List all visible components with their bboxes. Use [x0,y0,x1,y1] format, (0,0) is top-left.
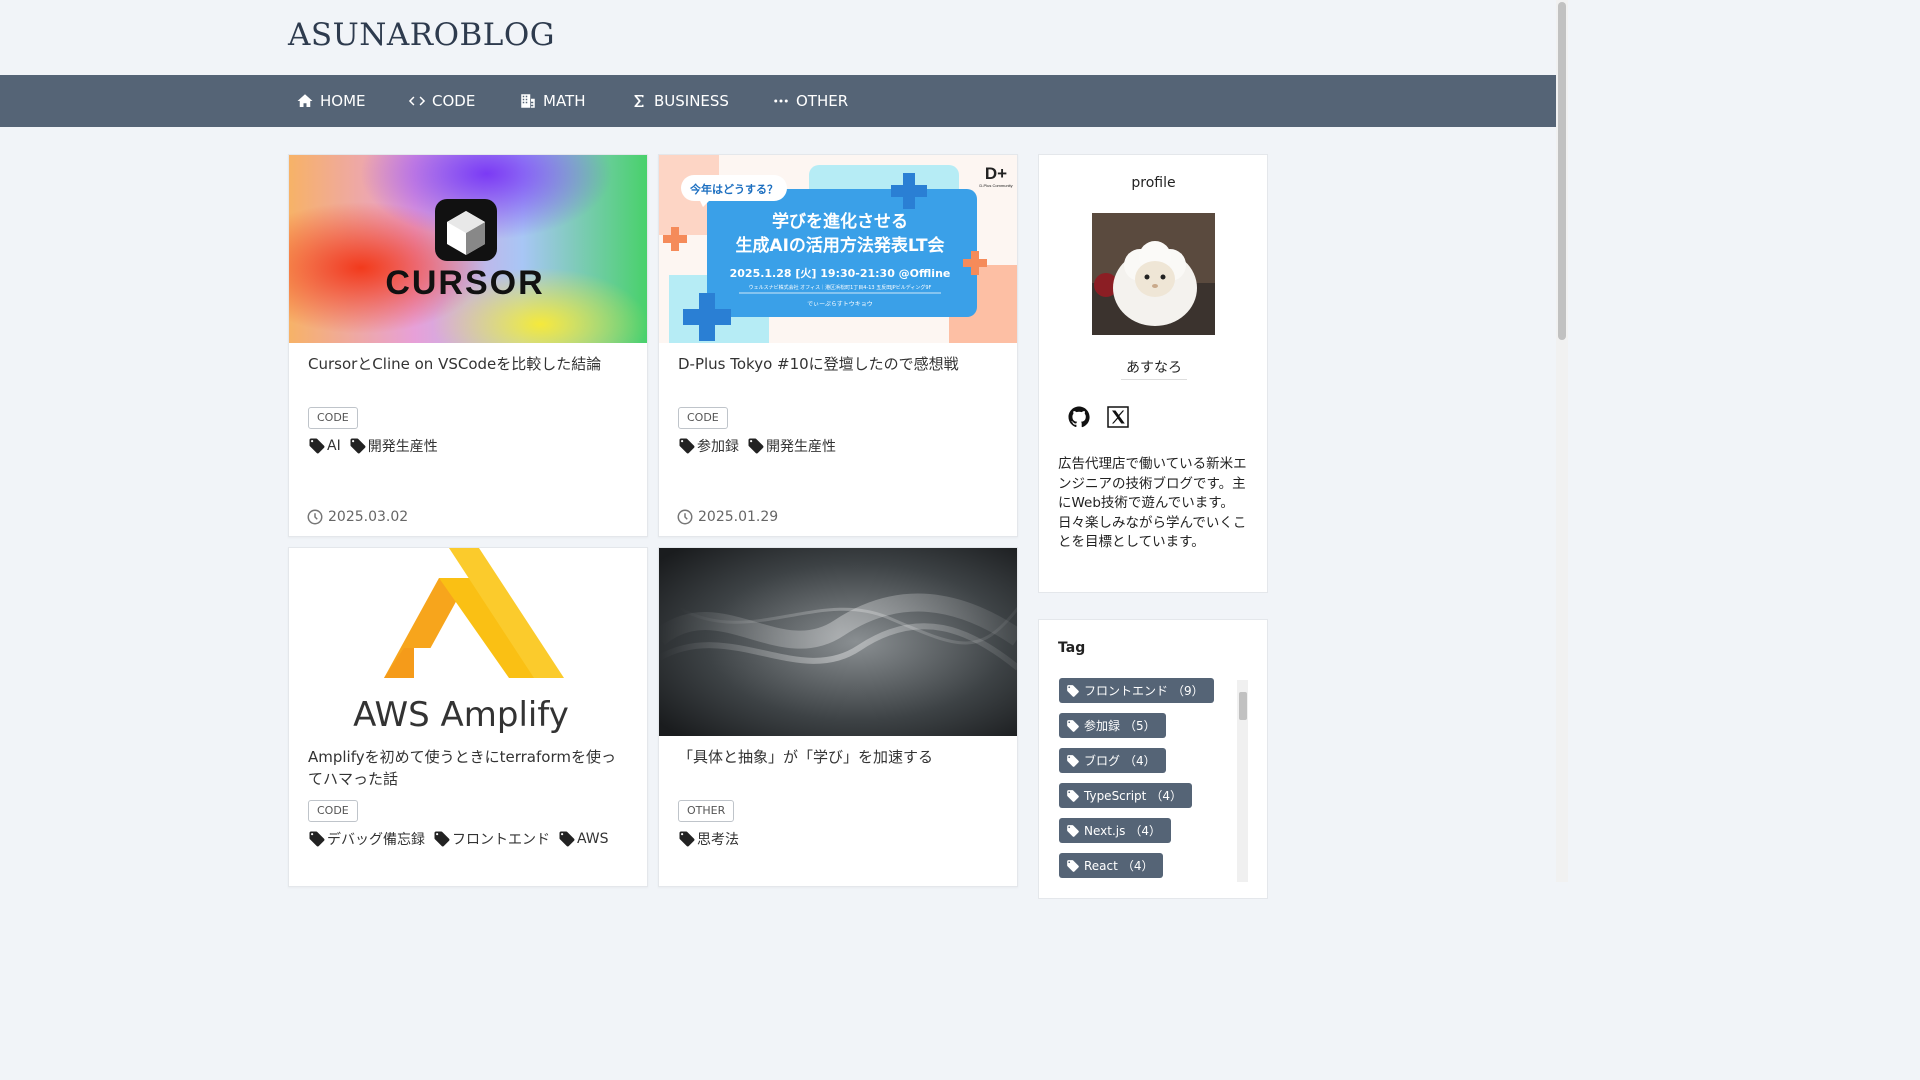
post-thumbnail[interactable] [659,548,1017,736]
post-thumbnail[interactable]: 今年はどうする？ 学びを進化させる 生成AIの活用方法発表LT会 2025.1.… [659,155,1017,343]
tag-icon [309,831,325,847]
tag-icon [748,438,764,454]
profile-name: あすなろ [1121,357,1187,380]
tag-icon [434,831,450,847]
post-tags: デバッグ備忘録 フロントエンド AWS [308,829,609,849]
event-headline-1: 学びを進化させる [772,211,908,232]
site-header: ASUNAROBLOG [0,0,1556,75]
post-tag[interactable]: デバッグ備忘録 [308,829,425,849]
event-badge-text: 今年はどうする？ [689,182,778,196]
post-title[interactable]: 「具体と抽象」が「学び」を加速する [678,746,998,768]
more-icon [774,99,788,103]
tag-pill[interactable]: Next.js （4） [1059,818,1171,843]
tag-list-scroll-thumb[interactable] [1239,692,1247,720]
nav-item-business[interactable]: BUSINESS [630,75,729,127]
event-tagline-text: でぃーぷらすトウキョウ [807,300,873,308]
category-badge[interactable]: CODE [308,800,358,822]
site-title[interactable]: ASUNAROBLOG [288,17,555,53]
post-date: 2025.03.02 [306,508,408,526]
category-badge[interactable]: CODE [308,407,358,429]
post-card[interactable]: CURSOR CursorとCline on VSCodeを比較した結論 COD… [288,154,648,537]
building-icon [521,94,535,108]
post-card[interactable]: 「具体と抽象」が「学び」を加速する OTHER 思考法 [658,547,1018,887]
main-nav: HOME CODE MATH BUSINESS OTHER [0,75,1556,127]
nav-item-home[interactable]: HOME [296,75,366,127]
nav-item-math[interactable]: MATH [519,75,585,127]
post-title[interactable]: Amplifyを初めて使うときにterraformを使ってハマった話 [308,746,628,790]
sigma-icon [634,95,644,107]
post-tag[interactable]: 思考法 [678,829,739,849]
home-icon [297,94,313,107]
code-icon [408,96,426,106]
tag-pill[interactable]: React （4） [1059,853,1164,878]
nav-label: OTHER [796,92,849,110]
post-date: 2025.01.29 [676,508,778,526]
nav-label: HOME [320,92,366,110]
dplus-logo: D+ [985,164,1007,183]
post-tags: 思考法 [678,829,739,849]
post-tag[interactable]: 開発生産性 [747,436,836,456]
post-tag[interactable]: AI [308,436,341,456]
x-icon [1107,406,1129,428]
post-thumbnail[interactable]: AWS Amplify [289,548,647,736]
post-card[interactable]: 今年はどうする？ 学びを進化させる 生成AIの活用方法発表LT会 2025.1.… [658,154,1018,537]
post-thumbnail[interactable]: CURSOR [289,155,647,343]
clock-icon [677,509,693,525]
profile-description: 広告代理店で働いている新米エンジニアの技術ブログです。主にWeb技術で遊んでいま… [1058,456,1247,550]
cursor-logo-text: CURSOR [385,264,544,302]
tag-icon [1067,789,1079,802]
tag-pill[interactable]: TypeScript （4） [1059,783,1193,808]
tag-heading: Tag [1058,640,1086,656]
page-scroll-thumb[interactable] [1558,2,1566,340]
tag-icon [1067,754,1079,767]
post-title[interactable]: CursorとCline on VSCodeを比較した結論 [308,353,628,375]
nav-item-code[interactable]: CODE [408,75,475,127]
tag-pill[interactable]: ブログ （4） [1059,748,1166,773]
page-scrollbar[interactable] [1556,0,1568,882]
avatar [1092,213,1215,335]
post-tags: AI 開発生産性 [308,436,438,456]
tag-icon [1067,684,1079,697]
nav-label: MATH [543,92,586,110]
post-tag[interactable]: 参加録 [678,436,739,456]
tag-icon [350,438,366,454]
tag-icon [679,438,695,454]
profile-box: profile あすなろ 広告代理店で働いている新米エンジニアの技術ブログです。… [1038,154,1268,593]
event-date-text: 2025.1.28 [火] 19:30-21:30 @Offline [730,267,951,280]
tag-box: Tag フロントエンド （9） 参加録 （5） ブログ （4） TypeScript （… [1038,619,1268,899]
post-tag[interactable]: フロントエンド [433,829,550,849]
nav-label: CODE [432,92,476,110]
category-badge[interactable]: CODE [678,407,728,429]
github-icon [1068,406,1090,428]
dplus-logo-sub: D-Plus Community [979,183,1012,188]
post-card[interactable]: AWS Amplify Amplifyを初めて使うときにterraformを使っ… [288,547,648,887]
nav-label: BUSINESS [654,92,729,110]
nav-item-other[interactable]: OTHER [772,75,848,127]
x-link[interactable] [1106,405,1130,429]
amplify-logo-text: AWS Amplify [353,695,569,735]
post-tag[interactable]: 開発生産性 [349,436,438,456]
post-title[interactable]: D-Plus Tokyo #10に登壇したので感想戦 [678,353,998,375]
category-badge[interactable]: OTHER [678,800,735,822]
tag-pill[interactable]: フロントエンド （9） [1059,678,1214,703]
tag-pill[interactable]: 参加録 （5） [1059,713,1166,738]
tag-icon [1067,824,1079,837]
event-venue-text: ウェルスナビ株式会社 オフィス｜港区浜松町1丁目4-13 五反田JPビルディング… [749,284,932,291]
post-tags: 参加録 開発生産性 [678,436,836,456]
post-tag[interactable]: AWS [558,829,609,849]
tag-icon [679,831,695,847]
tag-icon [1067,719,1079,732]
tag-icon [559,831,575,847]
tag-icon [1067,859,1079,872]
event-headline-2: 生成AIの活用方法発表LT会 [735,235,944,256]
tag-icon [309,438,325,454]
github-link[interactable] [1067,405,1091,429]
clock-icon [307,509,323,525]
profile-heading: profile [1131,175,1176,191]
